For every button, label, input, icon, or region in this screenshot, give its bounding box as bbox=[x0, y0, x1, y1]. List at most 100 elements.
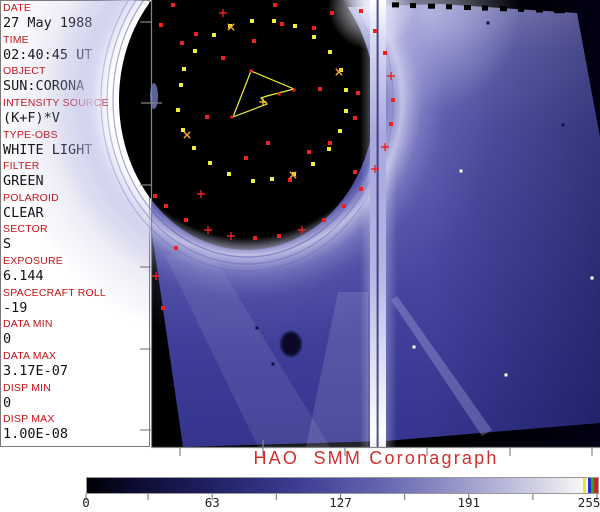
flag-polygon-outline bbox=[233, 71, 294, 117]
faint-ray bbox=[391, 296, 492, 436]
red-fiducial-dot bbox=[288, 178, 292, 182]
red-ring-dot bbox=[322, 218, 326, 222]
yellow-ring-dot bbox=[227, 172, 231, 176]
white-speck bbox=[591, 277, 594, 280]
red-fiducial-dot bbox=[180, 41, 184, 45]
red-ring-dot bbox=[383, 51, 387, 55]
red-fiducial-dot bbox=[356, 91, 360, 95]
field-label: TIME bbox=[3, 34, 149, 47]
red-fiducial-cross bbox=[197, 190, 205, 198]
field-value: 3.17E-07 bbox=[3, 363, 149, 380]
yellow-ring-dot bbox=[212, 33, 216, 37]
metadata-entry: FILTERGREEN bbox=[3, 160, 149, 192]
image-title: HAO SMM Coronagraph bbox=[152, 448, 600, 469]
field-value: 6.144 bbox=[3, 268, 149, 285]
field-label: DISP MAX bbox=[3, 413, 149, 426]
yellow-ring-dot bbox=[272, 19, 276, 23]
yellow-ring-dot bbox=[250, 19, 254, 23]
dark-speck bbox=[562, 124, 565, 127]
colorbar-tick-label: 63 bbox=[205, 495, 220, 510]
colorbar bbox=[86, 477, 599, 494]
yellow-ring-dot bbox=[328, 50, 332, 54]
red-ring-dot bbox=[389, 122, 393, 126]
field-label: DISP MIN bbox=[3, 382, 149, 395]
yellow-ring-dot bbox=[339, 68, 343, 72]
yellow-ring-dot bbox=[344, 88, 348, 92]
red-fiducial-dot bbox=[174, 246, 178, 250]
field-value: CLEAR bbox=[3, 205, 149, 222]
yellow-ring-dot bbox=[292, 172, 296, 176]
red-fiducial-dot bbox=[318, 87, 322, 91]
dark-speck bbox=[272, 363, 275, 366]
colorbar-tick-label: 255 bbox=[578, 495, 600, 510]
field-value: S bbox=[3, 236, 149, 253]
field-value: 1.00E-08 bbox=[3, 426, 149, 443]
orange-x-mark bbox=[184, 132, 190, 138]
red-ring-dot bbox=[153, 194, 157, 198]
red-ring-dot bbox=[164, 204, 168, 208]
red-fiducial-dot bbox=[273, 3, 277, 7]
red-fiducial-dot bbox=[307, 150, 311, 154]
field-label: POLAROID bbox=[3, 192, 149, 205]
red-fiducial-dot bbox=[266, 141, 270, 145]
red-fiducial-dot bbox=[328, 141, 332, 145]
field-value: (K+F)*V bbox=[3, 110, 149, 127]
field-label: DATE bbox=[3, 2, 149, 15]
dark-speck bbox=[256, 327, 259, 330]
edge-glare-sliver bbox=[150, 83, 158, 109]
orange-x-mark bbox=[228, 24, 234, 30]
orange-plus-mark bbox=[260, 99, 267, 106]
orange-x-mark bbox=[336, 69, 342, 75]
red-fiducial-dot bbox=[205, 115, 209, 119]
red-ring-dot bbox=[359, 9, 363, 13]
plate-top-marks bbox=[392, 2, 565, 13]
orange-x-mark bbox=[290, 172, 296, 178]
dark-blob-defect bbox=[281, 332, 301, 356]
metadata-entry: DISP MIN0 bbox=[3, 382, 149, 414]
polygon-vertex-dot bbox=[293, 89, 296, 92]
metadata-entry: INTENSITY SOURCE(K+F)*V bbox=[3, 97, 149, 129]
red-fiducial-dot bbox=[244, 156, 248, 160]
streak-glow-left bbox=[360, 0, 370, 447]
field-label: FILTER bbox=[3, 160, 149, 173]
metadata-entry: DISP MAX1.00E-08 bbox=[3, 413, 149, 445]
yellow-ring-dot bbox=[193, 49, 197, 53]
red-fiducial-dot bbox=[353, 116, 357, 120]
pylon-top-glare bbox=[328, 0, 416, 50]
field-value: 27 May 1988 bbox=[3, 15, 149, 32]
white-speck bbox=[505, 374, 508, 377]
colorbar-tick-label: 191 bbox=[457, 495, 480, 510]
red-fiducial-dot bbox=[330, 11, 334, 15]
field-label: INTENSITY SOURCE bbox=[3, 97, 149, 110]
red-fiducial-dot bbox=[280, 22, 284, 26]
yellow-ring-dot bbox=[176, 108, 180, 112]
field-value: 02:40:45 UT bbox=[3, 47, 149, 64]
plate-top-glow bbox=[330, 0, 520, 111]
field-value: SUN:CORONA bbox=[3, 78, 149, 95]
red-fiducial-dot bbox=[221, 56, 225, 60]
field-label: SECTOR bbox=[3, 223, 149, 236]
yellow-ring-dot bbox=[228, 24, 232, 28]
polygon-vertex-dot bbox=[278, 93, 281, 96]
dark-speck bbox=[487, 22, 490, 25]
image-background bbox=[152, 0, 600, 447]
yellow-ring-dot bbox=[311, 162, 315, 166]
red-ring-cross bbox=[227, 232, 235, 240]
red-ring-dot bbox=[184, 218, 188, 222]
field-label: DATA MIN bbox=[3, 318, 149, 331]
metadata-entry: EXPOSURE6.144 bbox=[3, 255, 149, 287]
metadata-entry: TIME02:40:45 UT bbox=[3, 34, 149, 66]
metadata-entry: SECTORS bbox=[3, 223, 149, 255]
pylon-dark-core bbox=[377, 0, 379, 447]
field-label: DATA MAX bbox=[3, 350, 149, 363]
field-label: OBJECT bbox=[3, 65, 149, 78]
red-ring-dot bbox=[359, 187, 363, 191]
yellow-ring-dot bbox=[251, 179, 255, 183]
plot-frame bbox=[140, 0, 600, 456]
coronagraph-viewer-window: { "sidebar": { "entries": [ {"label": "D… bbox=[0, 0, 600, 512]
red-ring-cross bbox=[298, 226, 306, 234]
yellow-ring-dot bbox=[179, 83, 183, 87]
red-fiducial-dot bbox=[312, 26, 316, 30]
yellow-ring-dot bbox=[270, 177, 274, 181]
streak-base-glow bbox=[306, 292, 368, 447]
